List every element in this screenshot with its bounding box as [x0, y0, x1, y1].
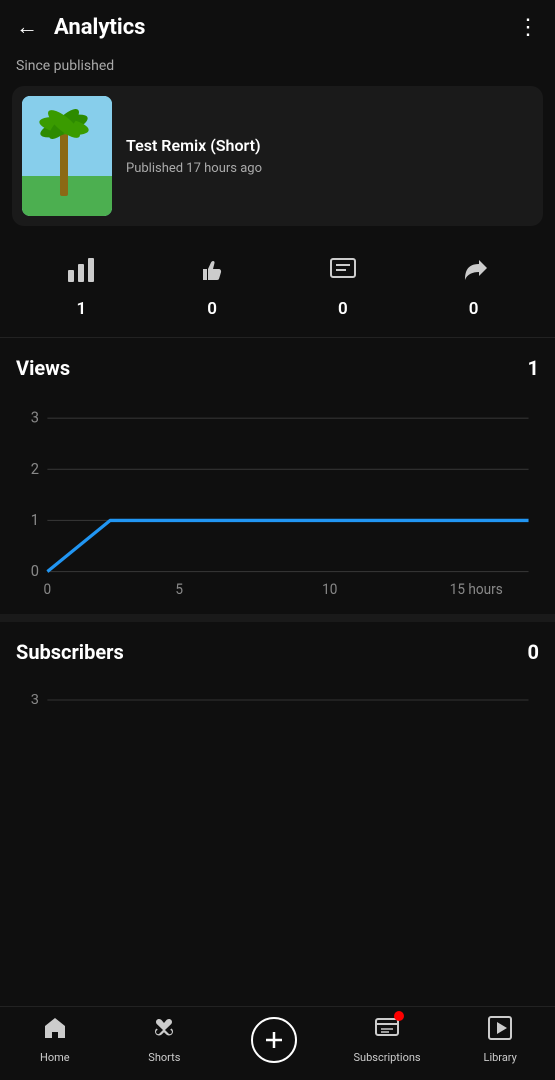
- more-options-button[interactable]: ⋮: [517, 15, 539, 40]
- shares-stat-value: 0: [469, 299, 479, 319]
- nav-home-label: Home: [40, 1051, 70, 1064]
- views-icon: [66, 256, 96, 291]
- bottom-nav: Home Shorts Su: [0, 1006, 555, 1080]
- svg-text:3: 3: [31, 408, 39, 427]
- views-chart: 3 2 1 0 0 5 10 15 hours: [16, 396, 539, 596]
- nav-library-label: Library: [484, 1051, 517, 1064]
- subscribers-section-value: 0: [528, 640, 539, 664]
- shorts-icon: [151, 1015, 177, 1047]
- nav-create[interactable]: [244, 1017, 304, 1063]
- create-button[interactable]: [251, 1017, 297, 1063]
- back-button[interactable]: ←: [16, 14, 38, 40]
- comments-icon: [328, 256, 358, 291]
- nav-library[interactable]: Library: [470, 1015, 530, 1064]
- subscriptions-icon: [374, 1015, 400, 1047]
- views-stat-value: 1: [77, 299, 87, 319]
- video-thumbnail: [22, 96, 112, 216]
- shares-icon: [459, 256, 489, 291]
- svg-text:1: 1: [31, 510, 39, 529]
- views-section-title: Views: [16, 356, 70, 380]
- likes-stat-value: 0: [207, 299, 217, 319]
- shares-stat-item: 0: [459, 256, 489, 319]
- video-title: Test Remix (Short): [126, 136, 262, 155]
- section-divider: [0, 614, 555, 622]
- views-section-header: Views 1: [16, 356, 539, 380]
- nav-shorts[interactable]: Shorts: [134, 1015, 194, 1064]
- views-section-value: 1: [528, 356, 539, 380]
- comments-stat-item: 0: [328, 256, 358, 319]
- nav-subscriptions[interactable]: Subscriptions: [354, 1015, 421, 1064]
- svg-text:15 hours: 15 hours: [450, 581, 503, 596]
- subscribers-section: Subscribers 0 3: [0, 640, 555, 740]
- header-left: ← Analytics: [16, 14, 145, 40]
- stats-row: 1 0 0 0: [0, 238, 555, 338]
- since-published-label: Since published: [0, 54, 555, 86]
- svg-text:10: 10: [322, 581, 337, 596]
- video-card: Test Remix (Short) Published 17 hours ag…: [12, 86, 543, 226]
- likes-stat-item: 0: [197, 256, 227, 319]
- views-section: Views 1 3 2 1 0 0 5 10 15 hours: [0, 356, 555, 596]
- video-published: Published 17 hours ago: [126, 161, 262, 176]
- home-icon: [42, 1015, 68, 1047]
- nav-shorts-label: Shorts: [148, 1051, 180, 1064]
- comments-stat-value: 0: [338, 299, 348, 319]
- subscribers-chart: 3: [16, 680, 539, 740]
- app-header: ← Analytics ⋮: [0, 0, 555, 54]
- svg-text:0: 0: [44, 581, 52, 596]
- video-info: Test Remix (Short) Published 17 hours ag…: [126, 136, 262, 176]
- svg-text:3: 3: [31, 692, 39, 708]
- nav-subscriptions-label: Subscriptions: [354, 1051, 421, 1064]
- svg-text:0: 0: [31, 562, 39, 581]
- svg-text:2: 2: [31, 459, 39, 478]
- views-stat-item: 1: [66, 256, 96, 319]
- subscribers-section-header: Subscribers 0: [16, 640, 539, 664]
- svg-text:5: 5: [175, 581, 183, 596]
- likes-icon: [197, 256, 227, 291]
- subscriptions-badge: [394, 1011, 404, 1021]
- subscribers-section-title: Subscribers: [16, 640, 124, 664]
- nav-home[interactable]: Home: [25, 1015, 85, 1064]
- library-icon: [487, 1015, 513, 1047]
- page-title: Analytics: [54, 15, 145, 40]
